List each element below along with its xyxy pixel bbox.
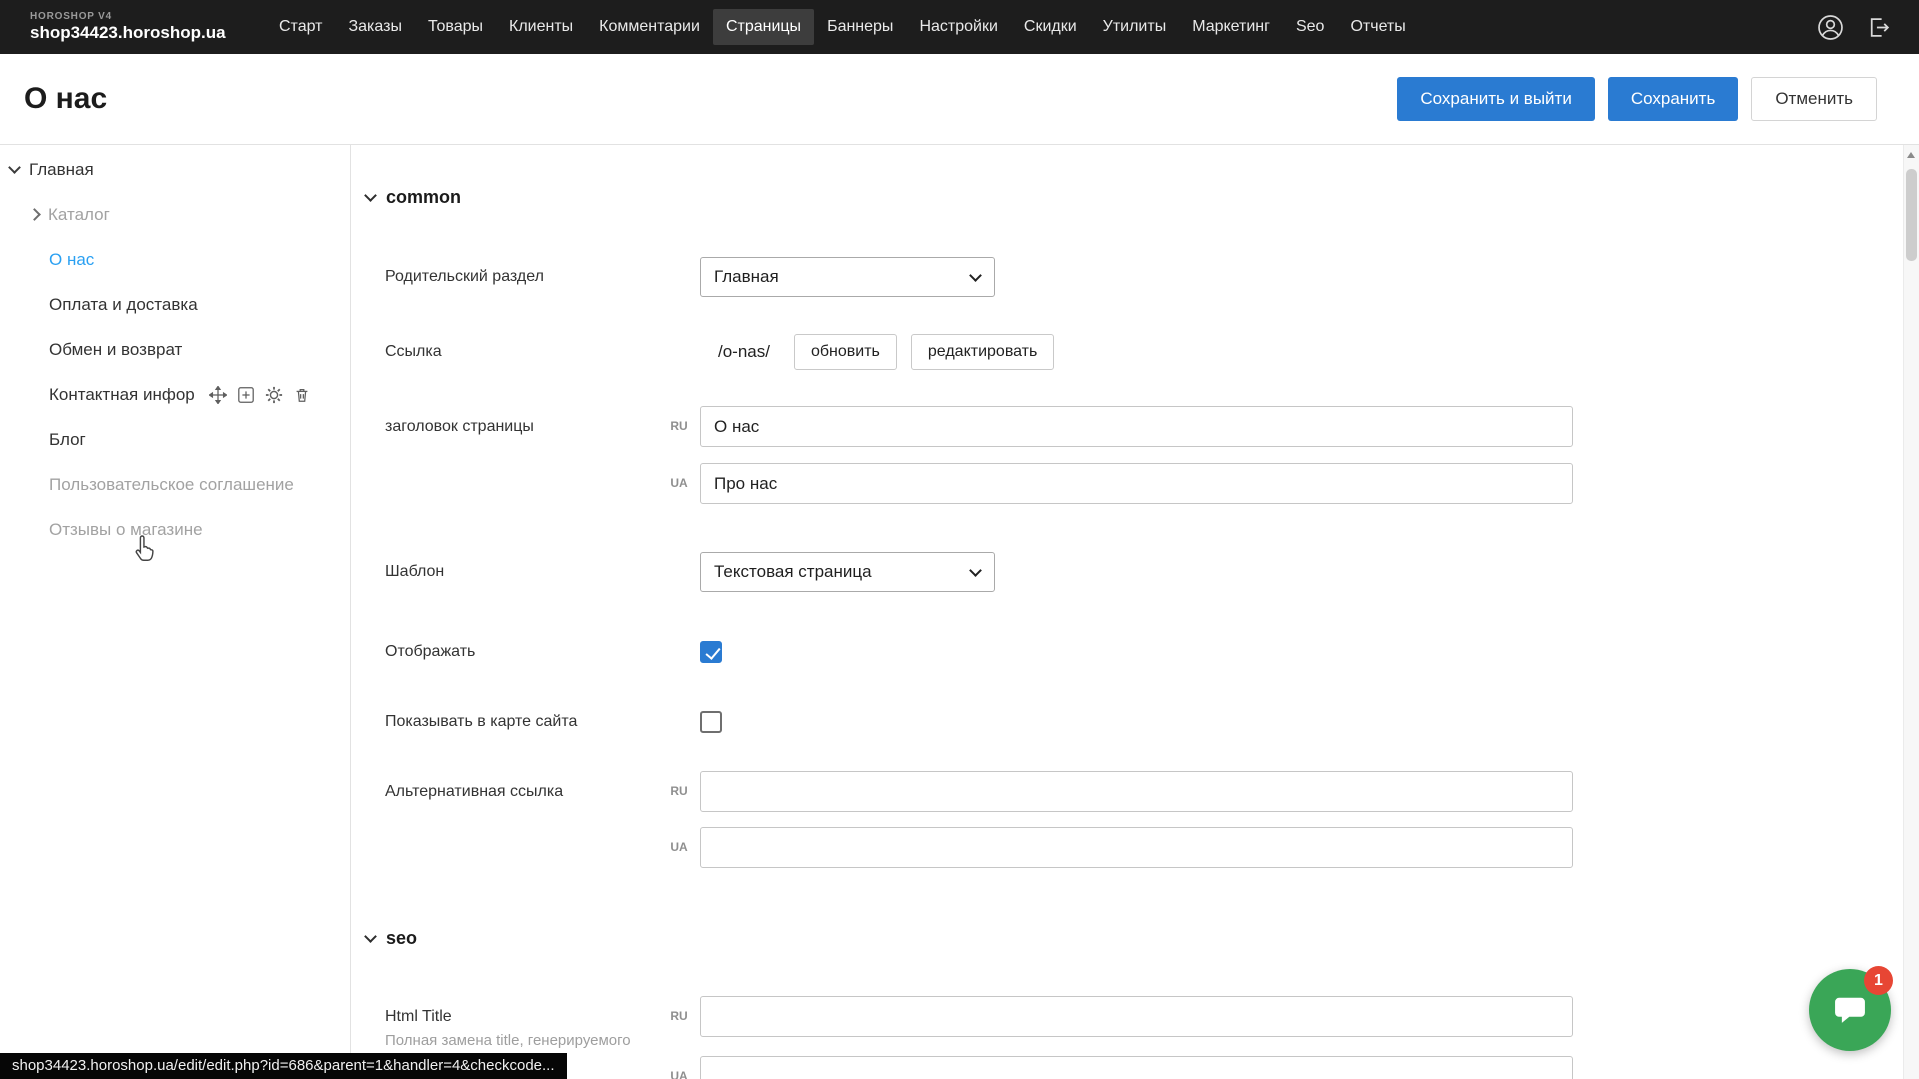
page-url-path: /o-nas/ [718, 342, 770, 362]
chat-bubble-icon [1831, 991, 1869, 1029]
sidebar-item-kontaktnaya-info[interactable]: Контактная инфор [0, 372, 350, 417]
nav-discounts[interactable]: Скидки [1011, 9, 1090, 45]
chevron-down-icon [364, 930, 377, 943]
tree-item-label: Блог [49, 430, 86, 450]
section-title: common [386, 187, 461, 208]
alt-link-label: Альтернативная ссылка [385, 771, 563, 812]
sidebar-item-oplata-dostavka[interactable]: Оплата и доставка [0, 282, 350, 327]
tree-item-label: Контактная инфор [49, 385, 195, 405]
tree-item-label: Отзывы о магазине [49, 520, 203, 540]
link-row: /o-nas/ обновить редактировать [700, 334, 1068, 370]
add-page-icon[interactable] [237, 386, 255, 404]
lang-badge-ua: UA [664, 840, 694, 854]
status-url-tooltip: shop34423.horoshop.ua/edit/edit.php?id=6… [0, 1053, 567, 1079]
chevron-down-icon [8, 161, 21, 174]
html-title-ua-input[interactable] [700, 1056, 1573, 1079]
alt-link-ru-input[interactable] [700, 771, 1573, 812]
tree-item-label: О нас [49, 250, 94, 270]
top-navbar: HOROSHOP V4 shop34423.horoshop.ua Старт … [0, 0, 1919, 54]
tree-item-actions [209, 386, 311, 404]
nav-products[interactable]: Товары [415, 9, 496, 45]
user-circle-icon[interactable] [1817, 14, 1844, 41]
lang-badge-ru: RU [664, 419, 694, 433]
section-common[interactable]: common [366, 182, 461, 212]
chevron-down-icon [969, 564, 982, 577]
navbar-right [1817, 14, 1919, 41]
page-header: О нас Сохранить и выйти Сохранить Отмени… [0, 54, 1919, 145]
drag-move-icon[interactable] [209, 386, 227, 404]
cancel-button[interactable]: Отменить [1751, 77, 1877, 121]
pages-tree-sidebar: Главная Каталог О нас Оплата и доставка … [0, 145, 351, 1079]
html-title-hint: Полная замена title, генерируемого [385, 1031, 695, 1050]
sidebar-item-blog[interactable]: Блог [0, 417, 350, 462]
save-button[interactable]: Сохранить [1608, 77, 1738, 121]
template-label: Шаблон [385, 552, 444, 592]
sidebar-item-glavnaya[interactable]: Главная [0, 147, 350, 192]
tree-item-label: Каталог [48, 205, 110, 225]
link-label: Ссылка [385, 334, 442, 370]
logout-icon[interactable] [1866, 15, 1891, 40]
nav-clients[interactable]: Клиенты [496, 9, 586, 45]
settings-gear-icon[interactable] [265, 386, 283, 404]
section-title: seo [386, 928, 417, 949]
nav-settings[interactable]: Настройки [906, 9, 1010, 45]
sidebar-item-otzyvy[interactable]: Отзывы о магазине [0, 507, 350, 552]
tree-item-label: Пользовательское соглашение [49, 475, 294, 495]
select-value: Текстовая страница [714, 562, 872, 582]
sitemap-label: Показывать в карте сайта [385, 711, 577, 733]
nav-marketing[interactable]: Маркетинг [1179, 9, 1283, 45]
nav-utilities[interactable]: Утилиты [1090, 9, 1180, 45]
parent-section-select[interactable]: Главная [700, 257, 995, 297]
logo-version: HOROSHOP V4 [30, 11, 266, 22]
template-select[interactable]: Текстовая страница [700, 552, 995, 592]
page-title: О нас [24, 82, 107, 116]
display-label: Отображать [385, 641, 475, 663]
sidebar-item-o-nas[interactable]: О нас [0, 237, 350, 282]
main-menu: Старт Заказы Товары Клиенты Комментарии … [266, 9, 1419, 45]
edit-link-button[interactable]: редактировать [911, 334, 1054, 370]
parent-section-label: Родительский раздел [385, 257, 544, 297]
page-heading-ua-input[interactable] [700, 463, 1573, 504]
header-actions: Сохранить и выйти Сохранить Отменить [1397, 77, 1877, 121]
logo-domain: shop34423.horoshop.ua [30, 23, 266, 43]
nav-banners[interactable]: Баннеры [814, 9, 906, 45]
lang-badge-ru: RU [664, 1009, 694, 1023]
lang-badge-ru: RU [664, 784, 694, 798]
sidebar-item-katalog[interactable]: Каталог [0, 192, 350, 237]
page-edit-form: common Родительский раздел Главная Ссылк… [352, 145, 1903, 1079]
nav-comments[interactable]: Комментарии [586, 9, 713, 45]
tree-item-label: Оплата и доставка [49, 295, 198, 315]
sidebar-item-polzovatelskoe[interactable]: Пользовательское соглашение [0, 462, 350, 507]
nav-seo[interactable]: Seo [1283, 9, 1337, 45]
vertical-scrollbar[interactable] [1903, 145, 1919, 1079]
nav-orders[interactable]: Заказы [335, 9, 414, 45]
section-seo[interactable]: seo [366, 923, 417, 953]
chat-unread-badge: 1 [1864, 966, 1893, 995]
trash-icon[interactable] [293, 386, 311, 404]
chat-launcher-button[interactable]: 1 [1809, 969, 1891, 1051]
save-and-exit-button[interactable]: Сохранить и выйти [1397, 77, 1594, 121]
sitemap-checkbox[interactable] [700, 711, 722, 733]
chevron-down-icon [364, 189, 377, 202]
chevron-right-icon [28, 208, 41, 221]
nav-start[interactable]: Старт [266, 9, 335, 45]
display-checkbox[interactable] [700, 641, 722, 663]
nav-reports[interactable]: Отчеты [1337, 9, 1418, 45]
refresh-link-button[interactable]: обновить [794, 334, 897, 370]
page-heading-label: заголовок страницы [385, 406, 534, 447]
tree-item-label: Главная [29, 160, 94, 180]
select-value: Главная [714, 267, 779, 287]
lang-badge-ua: UA [664, 1069, 694, 1079]
app-logo[interactable]: HOROSHOP V4 shop34423.horoshop.ua [0, 11, 266, 43]
scrollbar-thumb[interactable] [1906, 169, 1917, 261]
alt-link-ua-input[interactable] [700, 827, 1573, 868]
sidebar-item-obmen-vozvrat[interactable]: Обмен и возврат [0, 327, 350, 372]
scroll-up-arrow[interactable] [1907, 152, 1915, 158]
tree-item-label: Обмен и возврат [49, 340, 182, 360]
chevron-down-icon [969, 269, 982, 282]
page-heading-ru-input[interactable] [700, 406, 1573, 447]
html-title-ru-input[interactable] [700, 996, 1573, 1037]
lang-badge-ua: UA [664, 476, 694, 490]
nav-pages[interactable]: Страницы [713, 9, 814, 45]
